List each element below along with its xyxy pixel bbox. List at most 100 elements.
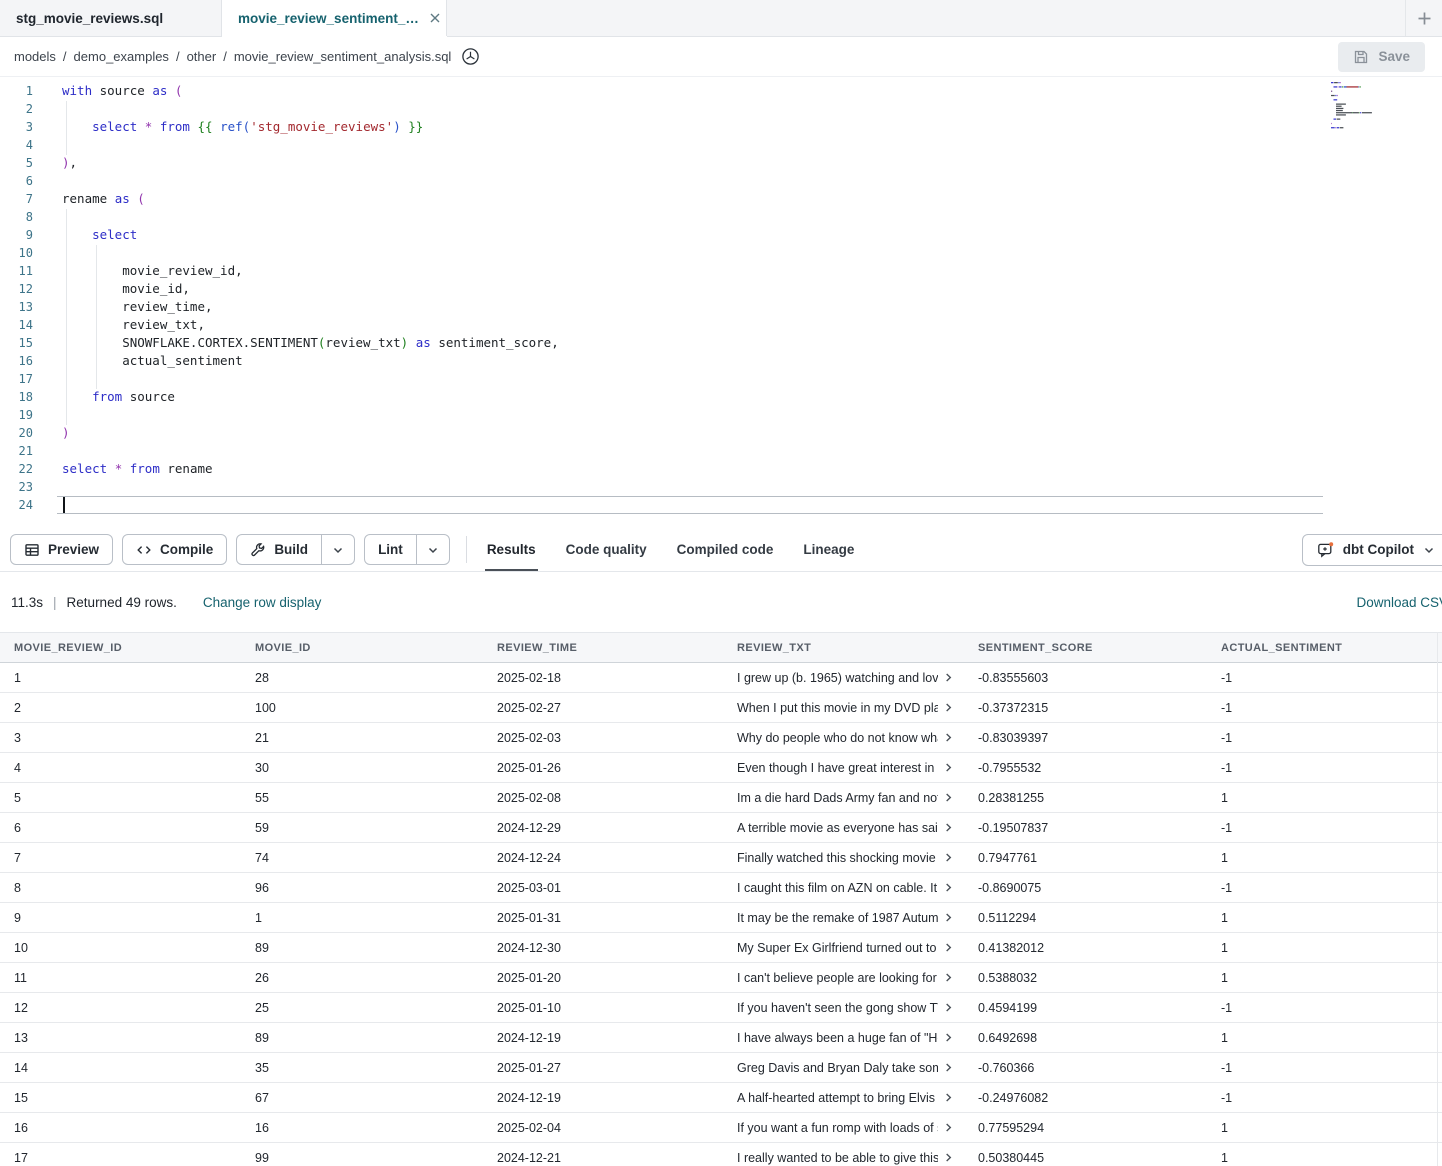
review-text: If you haven't seen the gong show TV s… (737, 1001, 938, 1015)
expand-review-icon[interactable] (943, 972, 954, 983)
cell-actual-sentiment: -1 (1207, 1001, 1442, 1015)
expand-review-icon[interactable] (943, 732, 954, 743)
cell-movie-review-id: 10 (0, 941, 241, 955)
tab-stg-movie-reviews[interactable]: stg_movie_reviews.sql (0, 0, 222, 36)
expand-review-icon[interactable] (943, 942, 954, 953)
expand-review-icon[interactable] (943, 672, 954, 683)
change-row-display-link[interactable]: Change row display (203, 595, 322, 610)
expand-review-icon[interactable] (943, 1092, 954, 1103)
close-icon[interactable] (429, 12, 441, 24)
lint-button[interactable]: Lint (365, 535, 416, 564)
copilot-explain-icon[interactable] (461, 47, 480, 66)
tab-movie-review-sentiment-analysis[interactable]: movie_review_sentiment_… (222, 0, 447, 36)
code-text (45, 370, 62, 388)
expand-review-icon[interactable] (943, 702, 954, 713)
code-line[interactable]: 2 (0, 100, 1442, 118)
expand-review-icon[interactable] (943, 1002, 954, 1013)
code-line[interactable]: 17 (0, 370, 1442, 388)
code-line[interactable]: 21 (0, 442, 1442, 460)
review-text: Even though I have great interest in Bi… (737, 761, 938, 775)
code-line[interactable]: 6 (0, 172, 1442, 190)
code-line[interactable]: 11 movie_review_id, (0, 262, 1442, 280)
plus-icon (1417, 11, 1432, 26)
build-options-button[interactable] (321, 535, 354, 564)
table-row: 4302025-01-26Even though I have great in… (0, 753, 1442, 783)
chevron-down-icon (332, 544, 344, 556)
tab-compiled-code[interactable]: Compiled code (662, 528, 789, 571)
expand-review-icon[interactable] (943, 882, 954, 893)
dbt-copilot-button[interactable]: dbt Copilot (1302, 534, 1442, 566)
line-number: 13 (0, 298, 45, 316)
code-line[interactable]: 10 (0, 244, 1442, 262)
expand-review-icon[interactable] (943, 1152, 954, 1163)
cell-movie-id: 67 (241, 1091, 483, 1105)
code-line[interactable]: 1with source as ( (0, 82, 1442, 100)
new-tab-button[interactable] (1405, 0, 1442, 36)
breadcrumb-models[interactable]: models (14, 49, 56, 64)
code-line[interactable]: 4 (0, 136, 1442, 154)
expand-review-icon[interactable] (943, 1122, 954, 1133)
code-line[interactable]: 16 actual_sentiment (0, 352, 1442, 370)
review-text: I really wanted to be able to give this … (737, 1151, 938, 1165)
expand-review-icon[interactable] (943, 1032, 954, 1043)
cell-actual-sentiment: -1 (1207, 671, 1442, 685)
code-line[interactable]: 12 movie_id, (0, 280, 1442, 298)
breadcrumb-demo-examples[interactable]: demo_examples (74, 49, 169, 64)
expand-review-icon[interactable] (943, 762, 954, 773)
table-icon (24, 542, 40, 558)
build-label: Build (274, 542, 308, 557)
code-line[interactable]: 5), (0, 154, 1442, 172)
line-number: 7 (0, 190, 45, 208)
cell-movie-id: 89 (241, 1031, 483, 1045)
build-button[interactable]: Build (237, 535, 321, 564)
line-number: 14 (0, 316, 45, 334)
cell-review-time: 2025-01-10 (483, 1001, 723, 1015)
expand-review-icon[interactable] (943, 822, 954, 833)
code-line[interactable]: 23 (0, 478, 1442, 496)
lint-options-button[interactable] (416, 535, 449, 564)
column-header: MOVIE_ID (241, 642, 483, 654)
cell-review-time: 2024-12-19 (483, 1031, 723, 1045)
code-line[interactable]: 18 from source (0, 388, 1442, 406)
column-header: REVIEW_TXT (723, 642, 964, 654)
line-number: 17 (0, 370, 45, 388)
breadcrumb-bar: models / demo_examples / other / movie_r… (0, 37, 1442, 77)
code-line[interactable]: 15 SNOWFLAKE.CORTEX.SENTIMENT(review_txt… (0, 334, 1442, 352)
code-line[interactable]: 24 (0, 496, 1442, 514)
code-text: select * from rename (45, 460, 213, 478)
expand-review-icon[interactable] (943, 852, 954, 863)
expand-review-icon[interactable] (943, 1062, 954, 1073)
code-line[interactable]: 20) (0, 424, 1442, 442)
code-line[interactable]: 19 (0, 406, 1442, 424)
save-label: Save (1378, 49, 1410, 64)
line-number: 2 (0, 100, 45, 118)
download-csv-link[interactable]: Download CSV (1356, 595, 1442, 610)
cell-review-time: 2025-02-18 (483, 671, 723, 685)
code-line[interactable]: 14 review_txt, (0, 316, 1442, 334)
line-number: 11 (0, 262, 45, 280)
expand-review-icon[interactable] (943, 912, 954, 923)
code-editor[interactable]: 1with source as (23 select * from {{ ref… (0, 77, 1442, 528)
cell-actual-sentiment: -1 (1207, 761, 1442, 775)
breadcrumb-other[interactable]: other (187, 49, 217, 64)
code-line[interactable]: 7rename as ( (0, 190, 1442, 208)
preview-button[interactable]: Preview (10, 534, 113, 565)
code-line[interactable]: 22select * from rename (0, 460, 1442, 478)
toolbar-divider (466, 536, 467, 563)
compile-button[interactable]: Compile (122, 534, 227, 565)
editor-minimap[interactable] (1329, 80, 1397, 136)
cell-movie-id: 96 (241, 881, 483, 895)
code-text: select * from {{ ref('stg_movie_reviews'… (45, 118, 423, 136)
code-line[interactable]: 9 select (0, 226, 1442, 244)
copilot-chat-icon (1317, 541, 1334, 558)
code-line[interactable]: 3 select * from {{ ref('stg_movie_review… (0, 118, 1442, 136)
tab-results[interactable]: Results (472, 528, 551, 571)
expand-review-icon[interactable] (943, 792, 954, 803)
code-line[interactable]: 13 review_time, (0, 298, 1442, 316)
cell-movie-id: 59 (241, 821, 483, 835)
code-text: review_txt, (45, 316, 205, 334)
tab-lineage[interactable]: Lineage (788, 528, 869, 571)
save-button[interactable]: Save (1338, 42, 1425, 72)
tab-code-quality[interactable]: Code quality (551, 528, 662, 571)
code-line[interactable]: 8 (0, 208, 1442, 226)
